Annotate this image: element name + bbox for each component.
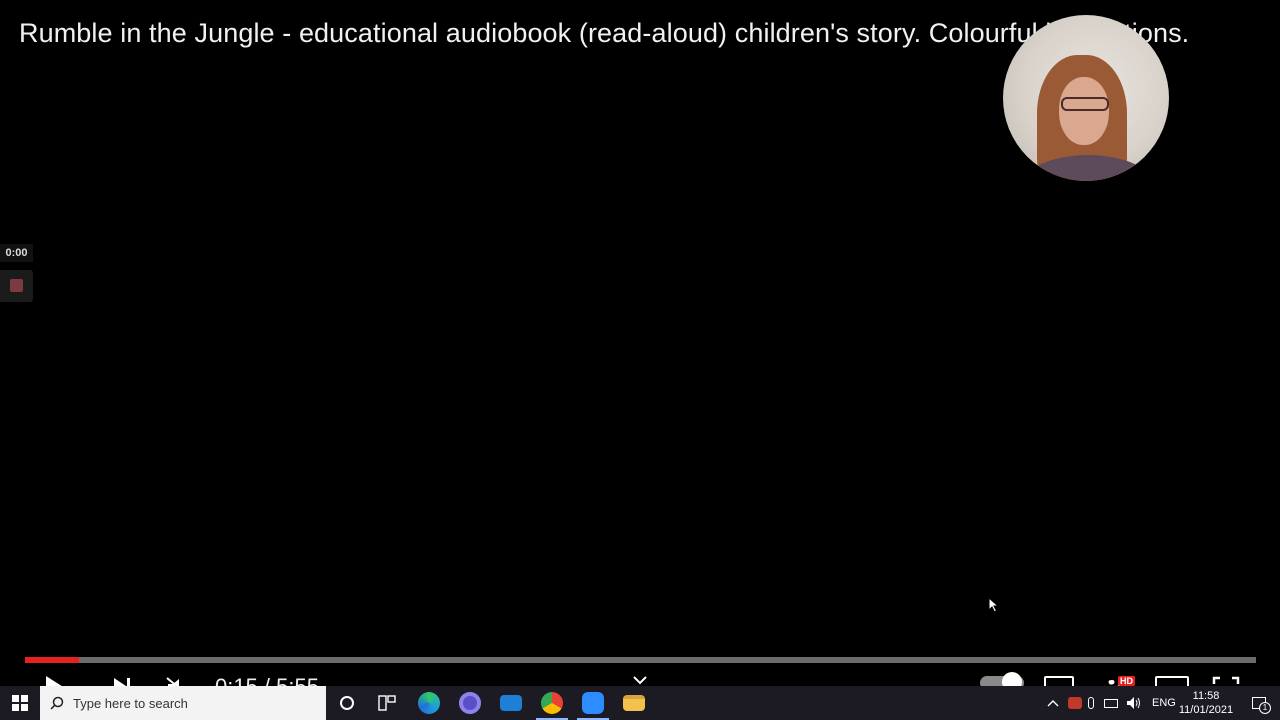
- windows-taskbar: Type here to search ENG 11:58 11/01/2021: [0, 686, 1280, 720]
- theater-icon[interactable]: [1155, 676, 1189, 686]
- chevron-up-icon[interactable]: [1046, 698, 1060, 708]
- microphone-icon[interactable]: [1088, 697, 1094, 709]
- settings-icon[interactable]: HD: [1102, 676, 1138, 686]
- language-indicator[interactable]: ENG: [1152, 697, 1176, 709]
- search-placeholder: Type here to search: [73, 695, 188, 711]
- player-controls: 0:15 / 5:55 HD: [0, 668, 1280, 686]
- side-panel-button[interactable]: [0, 270, 33, 302]
- chapter-chevron-icon[interactable]: [633, 676, 647, 686]
- task-view-button[interactable]: [374, 686, 400, 720]
- taskbar-app-purple[interactable]: [450, 686, 490, 720]
- notification-icon: 1: [1252, 697, 1271, 714]
- taskbar-app-mail[interactable]: [491, 686, 531, 720]
- cortana-button[interactable]: [334, 686, 360, 720]
- folder-icon: [623, 695, 645, 711]
- stop-icon: [10, 279, 23, 292]
- battery-icon[interactable]: [1104, 698, 1118, 708]
- taskbar-app-chrome[interactable]: [532, 686, 572, 720]
- volume-icon[interactable]: [1126, 696, 1142, 710]
- taskbar-search-box[interactable]: Type here to search: [40, 686, 326, 720]
- zoom-icon: [582, 692, 604, 714]
- taskbar-app-file-explorer[interactable]: [614, 686, 654, 720]
- tray-app-icon[interactable]: [1068, 697, 1082, 709]
- play-button[interactable]: [46, 676, 68, 686]
- time-display: 0:15 / 5:55: [215, 674, 319, 686]
- taskbar-app-edge[interactable]: [409, 686, 449, 720]
- edge-icon: [418, 692, 440, 714]
- taskbar-app-zoom[interactable]: [573, 686, 613, 720]
- clock-date: 11/01/2021: [1178, 704, 1234, 716]
- autoplay-toggle[interactable]: [980, 672, 1024, 686]
- progress-bar[interactable]: [25, 657, 1256, 663]
- clock-time: 11:58: [1192, 690, 1220, 702]
- video-player[interactable]: Rumble in the Jungle - educational audio…: [0, 0, 1280, 686]
- taskbar-clock[interactable]: 11:58 11/01/2021: [1178, 689, 1234, 717]
- task-view-icon: [378, 695, 396, 711]
- start-button[interactable]: [0, 686, 40, 720]
- action-center-button[interactable]: 1: [1244, 686, 1274, 720]
- notification-count: 1: [1259, 702, 1271, 714]
- progress-played: [25, 657, 80, 663]
- chrome-icon: [541, 692, 563, 714]
- snowflake-app-icon: [459, 692, 481, 714]
- next-icon[interactable]: [112, 676, 132, 686]
- subtitles-icon[interactable]: [1044, 676, 1074, 686]
- mute-icon[interactable]: [165, 676, 193, 686]
- hover-time-tooltip: 0:00: [0, 244, 33, 262]
- cortana-icon: [340, 696, 354, 710]
- hd-badge: HD: [1118, 676, 1135, 686]
- fullscreen-icon[interactable]: [1212, 676, 1240, 686]
- video-title: Rumble in the Jungle - educational audio…: [19, 18, 1190, 48]
- webcam-overlay: [1003, 15, 1169, 181]
- windows-icon: [12, 695, 28, 711]
- mail-icon: [500, 695, 522, 711]
- mouse-cursor-icon: [988, 597, 1000, 613]
- system-tray: ENG: [1046, 686, 1176, 720]
- search-icon: [50, 696, 64, 710]
